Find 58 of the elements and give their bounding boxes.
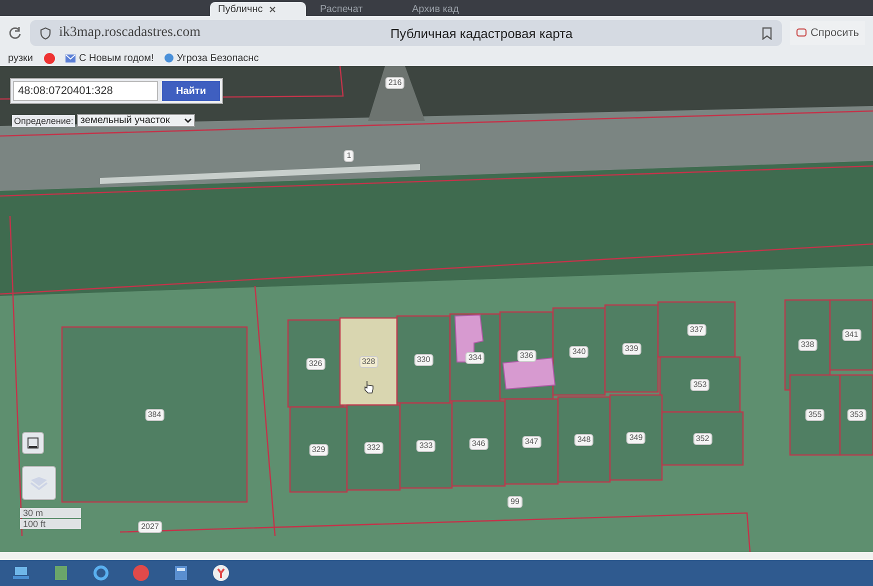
browser-icon[interactable]	[212, 564, 230, 582]
map-label: 99	[508, 496, 522, 508]
map-label: 1	[344, 150, 354, 162]
land-parcel[interactable]	[604, 304, 659, 393]
parcel-number: 355	[805, 409, 825, 421]
browser-tab[interactable]: Распечат	[312, 2, 398, 16]
land-parcel[interactable]	[657, 301, 736, 358]
page-title: Публичная кадастровая карта	[389, 26, 574, 40]
hand-cursor-icon	[364, 380, 374, 394]
frame-icon	[27, 437, 39, 449]
parcel-number: 338	[798, 339, 818, 351]
land-parcel[interactable]	[396, 315, 451, 404]
land-parcel[interactable]	[552, 307, 606, 396]
parcel-number: 353	[846, 409, 866, 421]
land-parcel[interactable]	[451, 400, 506, 487]
browser-tab[interactable]: Публичнс	[210, 2, 306, 16]
parcel-number: 341	[842, 329, 862, 341]
scale-text: 30 m	[20, 508, 81, 518]
land-parcel[interactable]	[789, 374, 841, 456]
chevron-down-icon	[184, 118, 192, 124]
bookmark-link[interactable]: рузки	[8, 52, 33, 64]
close-icon[interactable]	[268, 6, 276, 12]
layers-button[interactable]	[22, 432, 44, 454]
land-parcel[interactable]	[287, 319, 344, 408]
land-parcel[interactable]	[839, 374, 873, 456]
mail-icon	[65, 54, 76, 62]
cadastral-number-field[interactable]: 48:08:0720401:328	[13, 81, 158, 101]
land-parcel[interactable]	[339, 317, 398, 406]
bookmark-icon[interactable]	[762, 26, 772, 40]
reload-icon[interactable]	[8, 26, 22, 40]
scale-text: 100 ft	[20, 519, 81, 529]
land-parcel[interactable]	[289, 406, 348, 493]
calculator-icon[interactable]	[172, 564, 190, 582]
land-parcel[interactable]	[829, 299, 873, 371]
map-label: 216	[385, 77, 405, 89]
find-button[interactable]: Найти	[162, 81, 220, 101]
bookmark-link[interactable]: С Новым годом!	[79, 52, 154, 64]
building-outline	[502, 357, 556, 390]
cadastral-map[interactable]: 326 328 330 334 336 340 339 337 353 329 332 333 346 347 348 349 352 384 338 341 355 353 216 1 99 2027 48:08:0720401:328 Найти Определение: земельный участок 30 m 100 ft	[0, 66, 873, 552]
land-parcel[interactable]	[609, 394, 663, 481]
computer-icon[interactable]	[12, 564, 30, 582]
url-text: ik3map.roscadastres.com	[59, 25, 201, 41]
definition-select[interactable]: земельный участок	[77, 114, 195, 127]
land-parcel[interactable]	[659, 356, 741, 413]
building-outline	[454, 314, 484, 362]
map-label: 2027	[138, 521, 162, 533]
address-bar[interactable]: ik3map.roscadastres.com Публичная кадастровая карта	[30, 20, 782, 46]
land-parcel[interactable]	[661, 411, 744, 466]
side-road	[368, 66, 425, 121]
ask-button[interactable]: Спросить	[790, 21, 865, 45]
browser-tab[interactable]: Архив кад	[404, 2, 490, 16]
land-parcel[interactable]	[504, 398, 559, 485]
definition-label: Определение:	[12, 114, 76, 126]
bookmark-link[interactable]: Угроза Безопаснс	[176, 52, 259, 64]
land-parcel[interactable]	[346, 404, 401, 491]
chat-icon	[796, 28, 808, 38]
land-parcel[interactable]	[557, 396, 611, 483]
land-parcel[interactable]	[399, 402, 453, 489]
